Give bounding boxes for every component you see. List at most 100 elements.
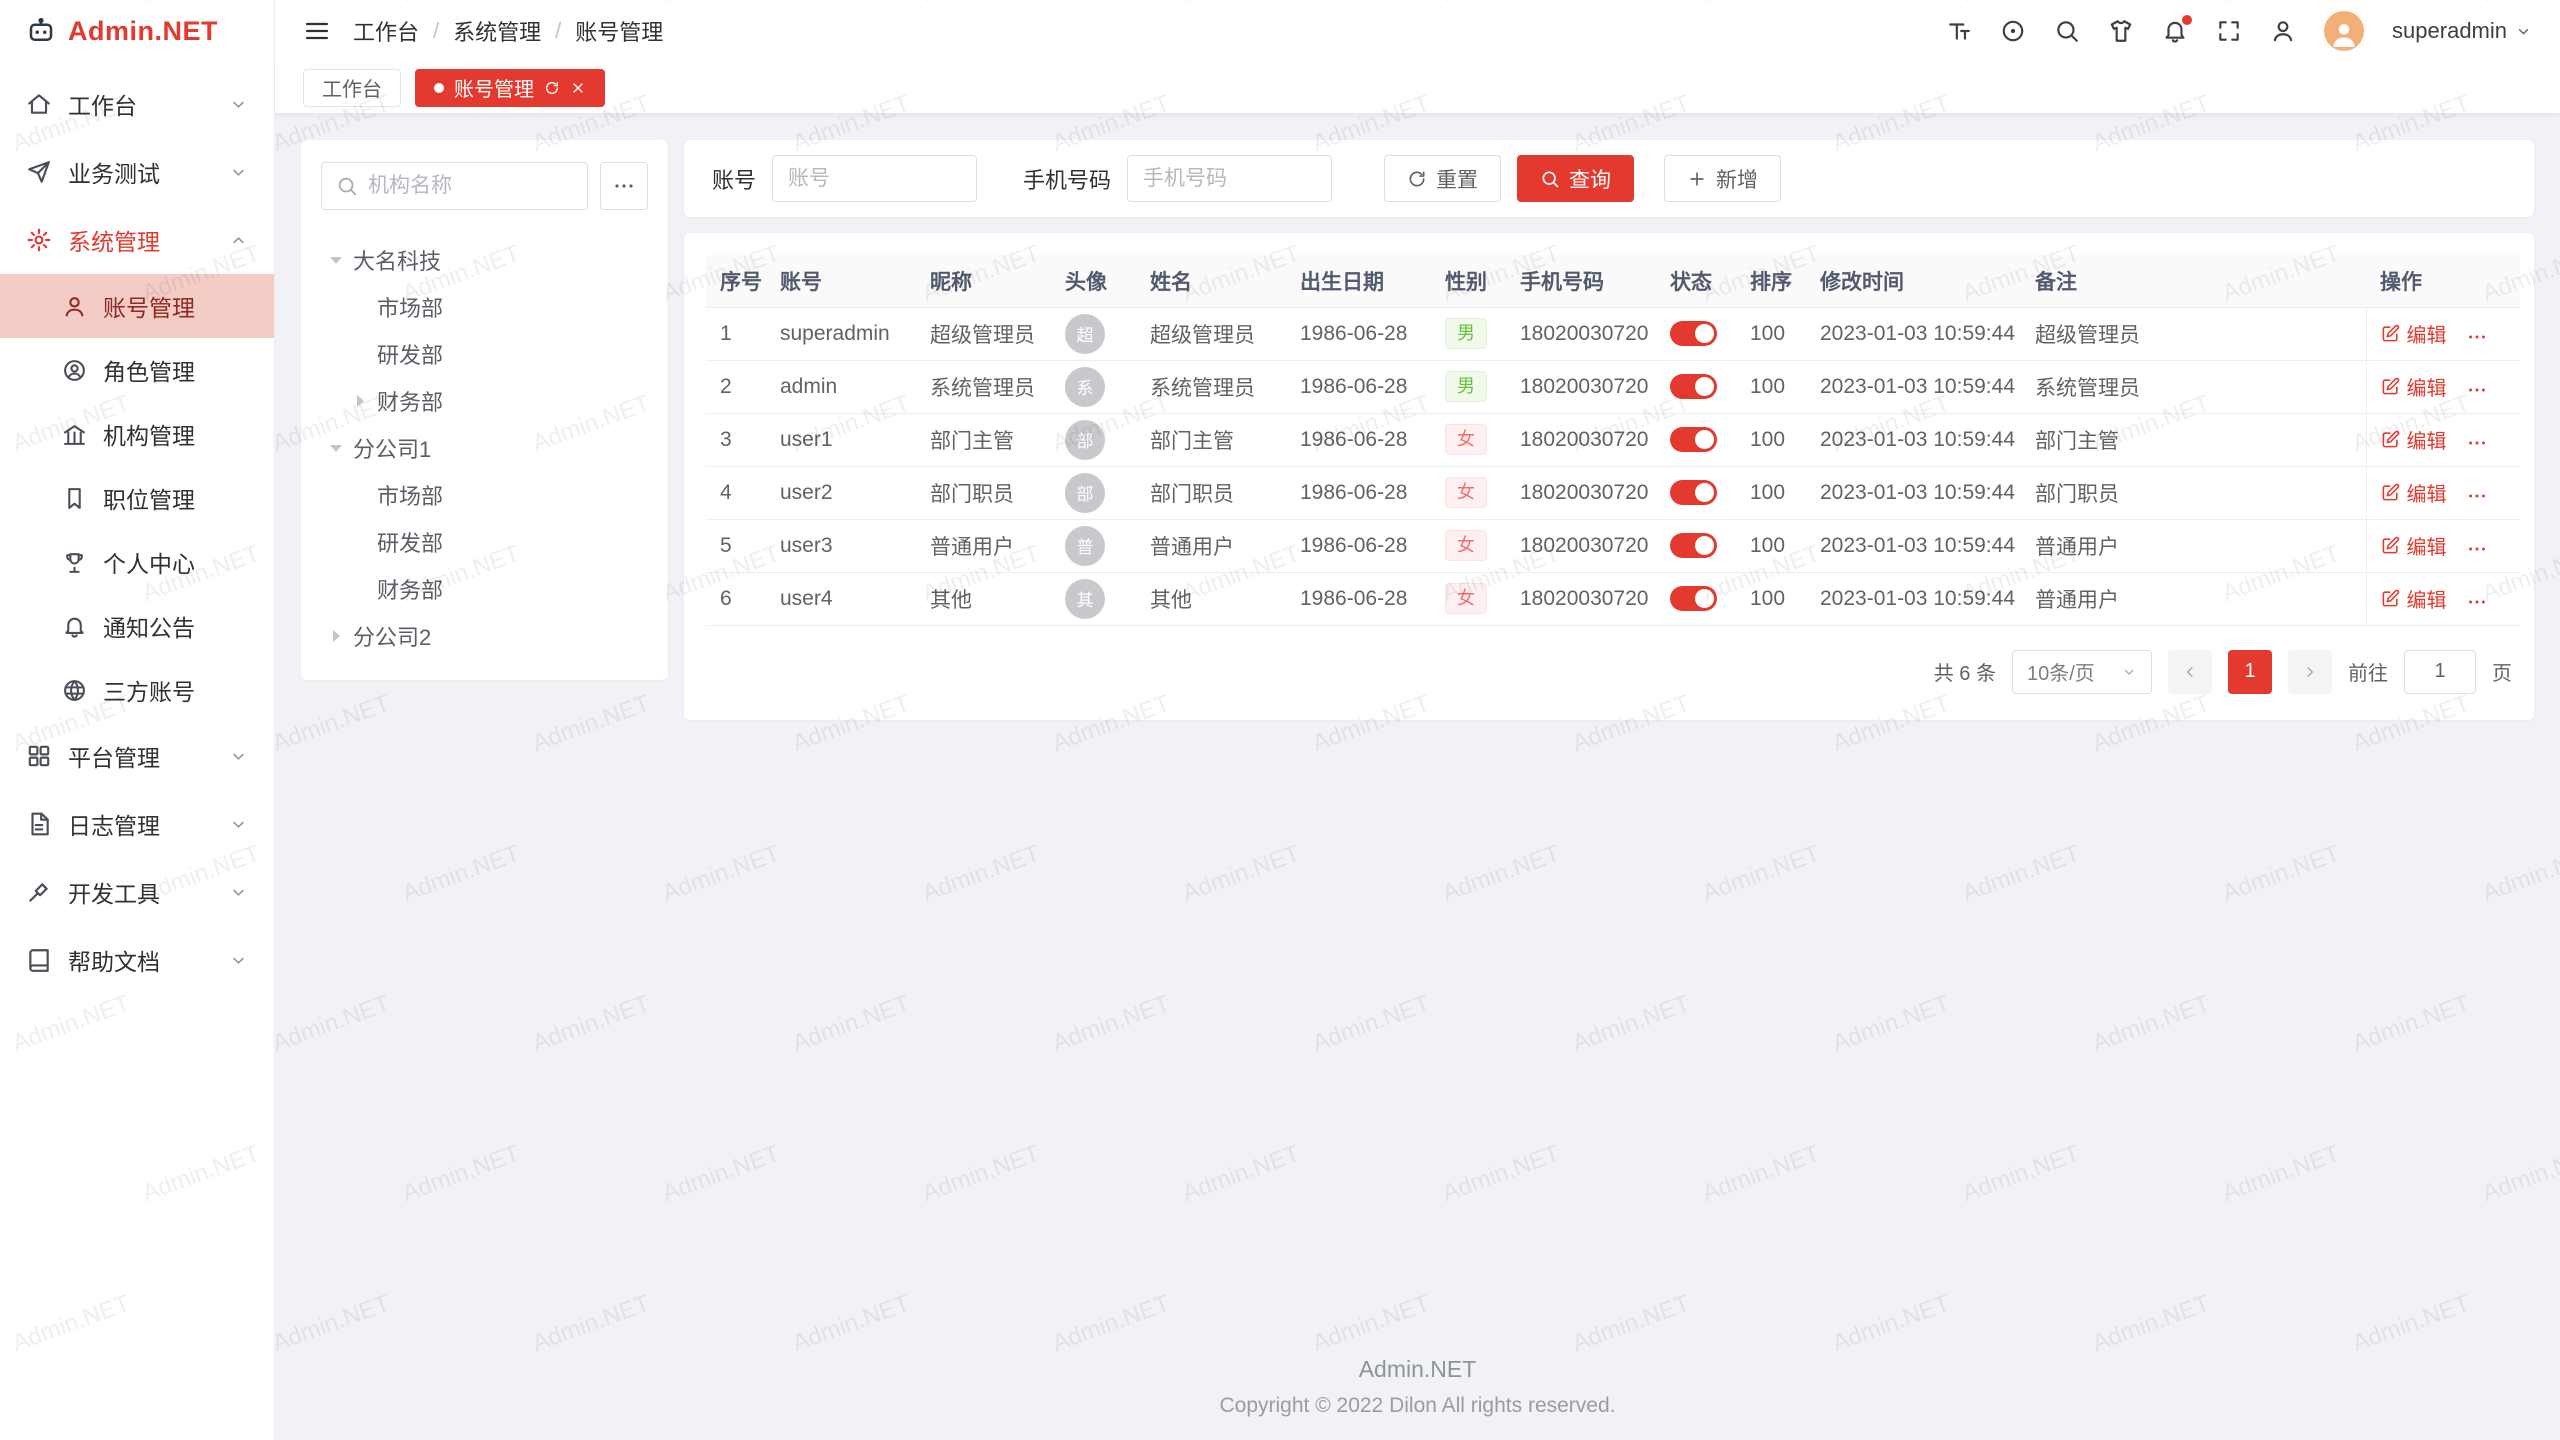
sidebar-item-role-management[interactable]: 角色管理 <box>0 338 274 402</box>
caret-down-icon[interactable] <box>329 441 343 455</box>
tree-node[interactable]: 研发部 <box>321 330 648 377</box>
sidebar-item-help-docs[interactable]: 帮助文档 <box>0 926 274 994</box>
page-size-select[interactable]: 10条/页 <box>2012 650 2152 694</box>
phone-filter-input[interactable] <box>1127 155 1332 202</box>
sidebar-item-system-management[interactable]: 系统管理 <box>0 206 274 274</box>
caret-down-icon[interactable] <box>329 253 343 267</box>
status-toggle[interactable] <box>1670 321 1717 346</box>
cell-phone: 18020030720 <box>1506 360 1656 413</box>
tree-node[interactable]: 研发部 <box>321 518 648 565</box>
more-actions-icon[interactable] <box>2466 432 2488 454</box>
sidebar-item-account-management[interactable]: 账号管理 <box>0 274 274 338</box>
edit-button[interactable]: 编辑 <box>2381 319 2447 348</box>
sidebar-item-workbench[interactable]: 工作台 <box>0 70 274 138</box>
sidebar-item-position-management[interactable]: 职位管理 <box>0 466 274 530</box>
caret-placeholder <box>353 347 367 361</box>
caret-right-icon[interactable] <box>329 629 343 643</box>
avatar[interactable] <box>2324 11 2364 51</box>
breadcrumb-item[interactable]: 系统管理 <box>453 15 541 47</box>
prev-page-button[interactable] <box>2168 650 2212 694</box>
page-size-value: 10条/页 <box>2027 657 2095 686</box>
tree-node[interactable]: 大名科技 <box>321 236 648 283</box>
search-icon[interactable] <box>2054 18 2080 44</box>
caret-right-icon[interactable] <box>353 394 367 408</box>
cell-birthdate: 1986-06-28 <box>1286 413 1431 466</box>
page-number-1[interactable]: 1 <box>2228 650 2272 694</box>
edit-button[interactable]: 编辑 <box>2381 372 2447 401</box>
profile-icon[interactable] <box>2270 18 2296 44</box>
sidebar-item-dev-tools[interactable]: 开发工具 <box>0 858 274 926</box>
theme-icon[interactable] <box>2108 18 2134 44</box>
sidebar-item-business-test[interactable]: 业务测试 <box>0 138 274 206</box>
more-actions-icon[interactable] <box>2466 485 2488 507</box>
reset-button[interactable]: 重置 <box>1384 155 1501 202</box>
add-button[interactable]: 新增 <box>1664 155 1781 202</box>
status-toggle[interactable] <box>1670 480 1717 505</box>
tree-node[interactable]: 市场部 <box>321 283 648 330</box>
cell-avatar: 超 <box>1051 307 1136 360</box>
user-menu[interactable]: superadmin <box>2392 18 2532 44</box>
sidebar-item-platform-management[interactable]: 平台管理 <box>0 722 274 790</box>
breadcrumb-item[interactable]: 工作台 <box>353 15 419 47</box>
next-page-button[interactable] <box>2288 650 2332 694</box>
notification-button[interactable] <box>2162 18 2188 44</box>
font-size-icon[interactable] <box>1946 18 1972 44</box>
building-icon <box>62 422 87 447</box>
breadcrumb-separator: / <box>433 18 439 44</box>
cell-remark: 部门主管 <box>2021 413 2366 466</box>
query-button[interactable]: 查询 <box>1517 155 1634 202</box>
table-row[interactable]: 5 user3 普通用户 普 普通用户 1986-06-28 女 1802003… <box>706 519 2520 572</box>
table-row[interactable]: 6 user4 其他 其 其他 1986-06-28 女 18020030720 <box>706 572 2520 625</box>
cell-status <box>1656 360 1736 413</box>
account-filter-input[interactable] <box>772 155 977 202</box>
cell-birthdate: 1986-06-28 <box>1286 572 1431 625</box>
status-toggle[interactable] <box>1670 427 1717 452</box>
more-actions-icon[interactable] <box>2466 379 2488 401</box>
table-row[interactable]: 2 admin 系统管理员 系 系统管理员 1986-06-28 男 18020… <box>706 360 2520 413</box>
cell-status <box>1656 413 1736 466</box>
status-toggle[interactable] <box>1670 533 1717 558</box>
sidebar-item-label: 帮助文档 <box>68 943 160 977</box>
tree-node[interactable]: 财务部 <box>321 565 648 612</box>
tree-more-button[interactable] <box>600 162 648 210</box>
status-toggle[interactable] <box>1670 374 1717 399</box>
sidebar-item-third-party-account[interactable]: 三方账号 <box>0 658 274 722</box>
cell-modified-time: 2023-01-03 10:59:44 <box>1806 360 2021 413</box>
tree-node[interactable]: 分公司1 <box>321 424 648 471</box>
locale-icon[interactable] <box>2000 18 2026 44</box>
cell-nickname: 部门主管 <box>916 413 1051 466</box>
org-name-search-input[interactable] <box>368 174 573 198</box>
cell-remark: 普通用户 <box>2021 519 2366 572</box>
status-toggle[interactable] <box>1670 586 1717 611</box>
close-icon[interactable] <box>570 80 586 96</box>
edit-button[interactable]: 编辑 <box>2381 425 2447 454</box>
plus-icon <box>1687 169 1707 189</box>
more-actions-icon[interactable] <box>2466 591 2488 613</box>
tab-account-management[interactable]: 账号管理 <box>415 69 605 107</box>
sidebar-item-personal-center[interactable]: 个人中心 <box>0 530 274 594</box>
gender-badge: 男 <box>1445 371 1487 403</box>
goto-page-input[interactable] <box>2404 650 2476 694</box>
sidebar-item-org-management[interactable]: 机构管理 <box>0 402 274 466</box>
table-row[interactable]: 1 superadmin 超级管理员 超 超级管理员 1986-06-28 男 … <box>706 307 2520 360</box>
table-row[interactable]: 4 user2 部门职员 部 部门职员 1986-06-28 女 1802003… <box>706 466 2520 519</box>
more-actions-icon[interactable] <box>2466 538 2488 560</box>
refresh-icon[interactable] <box>544 80 560 96</box>
edit-button[interactable]: 编辑 <box>2381 478 2447 507</box>
tab-workbench[interactable]: 工作台 <box>303 69 401 107</box>
tree-node[interactable]: 分公司2 <box>321 612 648 659</box>
hamburger-menu-icon[interactable] <box>303 17 331 45</box>
sidebar-item-log-management[interactable]: 日志管理 <box>0 790 274 858</box>
tree-node[interactable]: 市场部 <box>321 471 648 518</box>
edit-button[interactable]: 编辑 <box>2381 531 2447 560</box>
cell-account: user3 <box>766 519 916 572</box>
edit-button[interactable]: 编辑 <box>2381 584 2447 613</box>
app-root: Admin.NET 工作台 业务测试 系统管理 账号管理 <box>0 0 2560 1440</box>
table-row[interactable]: 3 user1 部门主管 部 部门主管 1986-06-28 女 1802003… <box>706 413 2520 466</box>
breadcrumb-item[interactable]: 账号管理 <box>575 15 663 47</box>
tree-node[interactable]: 财务部 <box>321 377 648 424</box>
account-filter-label: 账号 <box>712 163 756 195</box>
fullscreen-icon[interactable] <box>2216 18 2242 44</box>
more-actions-icon[interactable] <box>2466 326 2488 348</box>
sidebar-item-notice[interactable]: 通知公告 <box>0 594 274 658</box>
